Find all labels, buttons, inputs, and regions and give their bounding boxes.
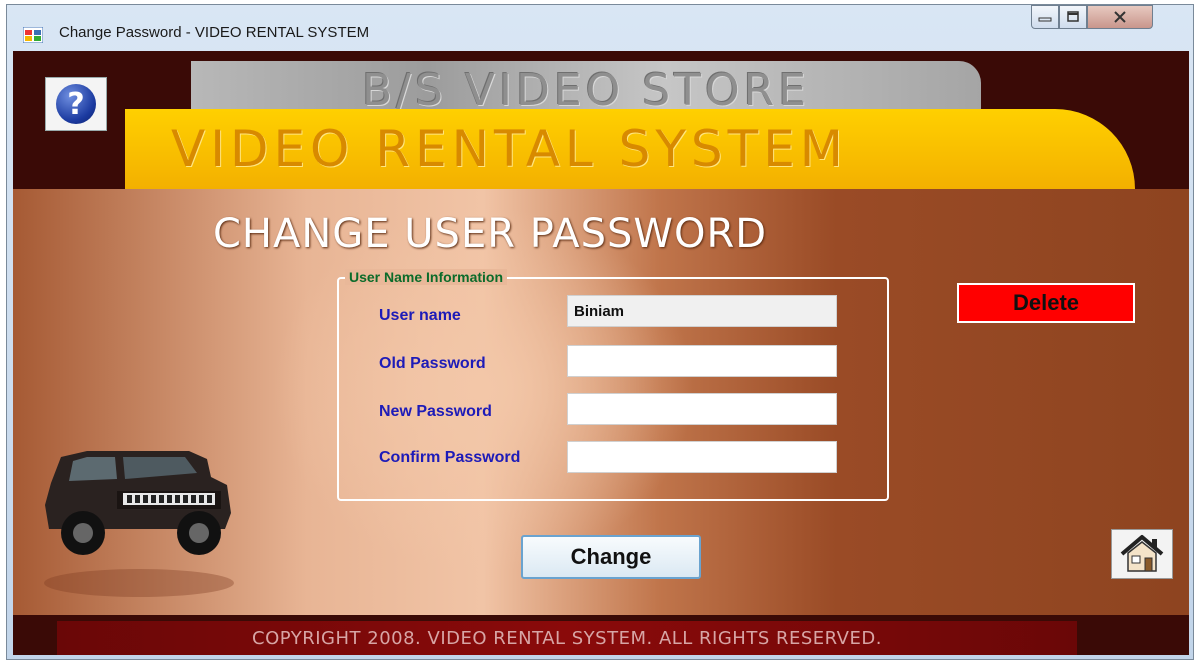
group-legend: User Name Information	[345, 269, 508, 285]
change-button[interactable]: Change	[521, 535, 701, 579]
delete-button[interactable]: Delete	[957, 283, 1135, 323]
page-title: CHANGE USER PASSWORD	[213, 211, 768, 257]
home-button[interactable]	[1111, 529, 1173, 579]
help-button[interactable]: ?	[45, 77, 107, 131]
username-field[interactable]	[567, 295, 837, 327]
maximize-icon	[1067, 11, 1079, 22]
content-panel: CHANGE USER PASSWORD User Name Informati…	[13, 189, 1189, 615]
copyright-text: COPYRIGHT 2008. VIDEO RENTAL SYSTEM. ALL…	[252, 627, 882, 649]
footer: COPYRIGHT 2008. VIDEO RENTAL SYSTEM. ALL…	[13, 615, 1189, 655]
confirm-password-label: Confirm Password	[379, 449, 521, 466]
username-label: User name	[379, 307, 461, 324]
title-bar[interactable]: Change Password - VIDEO RENTAL SYSTEM	[7, 5, 1193, 51]
app-window: Change Password - VIDEO RENTAL SYSTEM ? …	[6, 4, 1194, 660]
store-name: B/S VIDEO STORE	[361, 64, 811, 116]
user-info-group: User Name Information User name Old Pass…	[337, 269, 889, 501]
car-image	[44, 451, 234, 597]
minimize-button[interactable]	[1031, 5, 1059, 29]
old-password-field[interactable]	[567, 345, 837, 377]
new-password-label: New Password	[379, 403, 492, 420]
form-client-area: ? B/S VIDEO STORE VIDEO RENTAL SYSTEM CH…	[13, 51, 1189, 655]
window-title: Change Password - VIDEO RENTAL SYSTEM	[59, 24, 370, 41]
minimize-icon	[1038, 17, 1052, 22]
maximize-button[interactable]	[1059, 5, 1087, 29]
new-password-field[interactable]	[567, 393, 837, 425]
home-icon	[1120, 535, 1164, 572]
close-button[interactable]	[1087, 5, 1153, 29]
app-window-icon	[23, 27, 43, 43]
system-name: VIDEO RENTAL SYSTEM	[171, 120, 848, 178]
confirm-password-field[interactable]	[567, 441, 837, 473]
help-question-icon: ?	[56, 84, 96, 124]
footer-bar: COPYRIGHT 2008. VIDEO RENTAL SYSTEM. ALL…	[57, 621, 1077, 655]
system-banner: VIDEO RENTAL SYSTEM	[125, 109, 1135, 189]
old-password-label: Old Password	[379, 355, 486, 372]
close-icon	[1114, 11, 1126, 23]
